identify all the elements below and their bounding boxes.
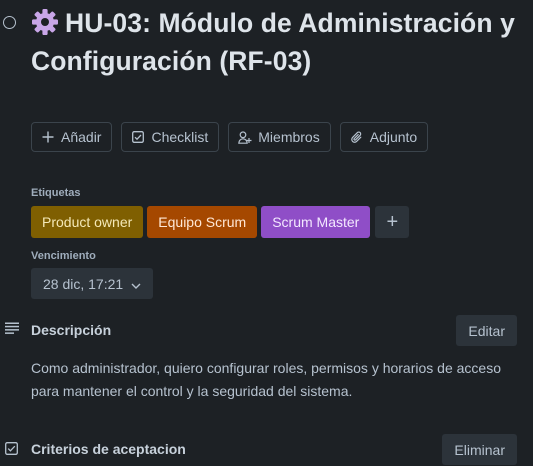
delete-checklist-button[interactable]: Eliminar xyxy=(442,434,517,465)
gear-icon xyxy=(31,8,65,44)
labels-heading: Etiquetas xyxy=(31,187,81,199)
due-date-heading: Vencimiento xyxy=(31,250,96,262)
add-label-button[interactable]: + xyxy=(375,206,410,238)
add-button[interactable]: Añadir xyxy=(31,122,113,152)
label-equipo-scrum[interactable]: Equipo Scrum xyxy=(147,206,258,238)
checklist-button-label: Checklist xyxy=(151,129,209,145)
description-icon xyxy=(5,322,19,334)
add-button-label: Añadir xyxy=(61,129,102,145)
add-member-icon xyxy=(238,130,252,144)
plus-icon xyxy=(41,130,55,144)
card-title[interactable]: HU-03: Módulo de Administración y Config… xyxy=(31,6,531,78)
members-button[interactable]: Miembros xyxy=(228,122,331,152)
due-date-button[interactable]: 28 dic, 17:21 xyxy=(31,268,154,299)
attachment-button-label: Adjunto xyxy=(369,129,418,145)
card-detail: HU-03: Módulo de Administración y Config… xyxy=(0,0,533,466)
checklist-title: Criterios de aceptacion xyxy=(31,441,186,457)
paperclip-icon xyxy=(350,130,364,144)
labels-list: Product owner Equipo Scrum Scrum Master … xyxy=(31,206,410,238)
chevron-down-icon xyxy=(131,276,141,292)
card-title-text: HU-03: Módulo de Administración y Config… xyxy=(31,8,515,76)
description-title: Descripción xyxy=(31,322,112,338)
label-product-owner[interactable]: Product owner xyxy=(31,206,144,238)
members-button-label: Miembros xyxy=(258,129,320,145)
attachment-button[interactable]: Adjunto xyxy=(339,122,429,152)
description-text[interactable]: Como administrador, quiero configurar ro… xyxy=(31,357,521,403)
due-date-value: 28 dic, 17:21 xyxy=(43,275,124,292)
label-scrum-master[interactable]: Scrum Master xyxy=(261,206,371,238)
complete-toggle[interactable] xyxy=(3,16,16,29)
plus-icon: + xyxy=(386,210,399,233)
checklist-button[interactable]: Checklist xyxy=(121,122,220,152)
card-actions: Añadir Checklist Miembros Adjunto xyxy=(31,122,429,152)
edit-description-button[interactable]: Editar xyxy=(456,315,517,346)
checkbox-icon xyxy=(131,130,145,144)
checkbox-icon xyxy=(5,442,18,455)
